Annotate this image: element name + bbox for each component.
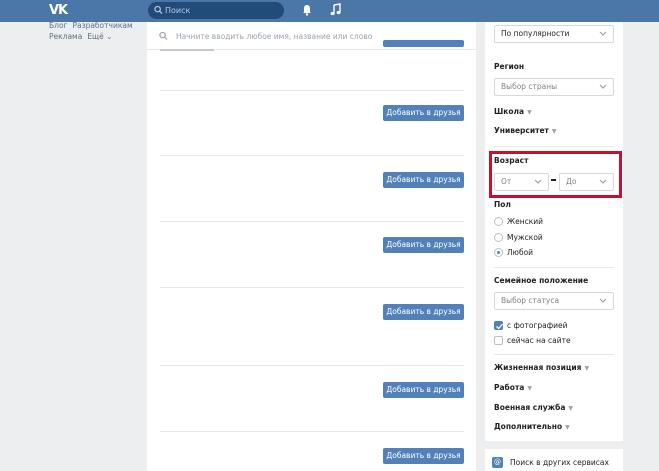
chevron-down-icon <box>599 298 607 303</box>
school-filter-toggle[interactable]: Школа ▼ <box>494 107 532 116</box>
extra-label: Дополнительно <box>494 422 563 431</box>
country-select[interactable]: Выбор страны <box>494 78 614 96</box>
university-filter-toggle[interactable]: Университет ▼ <box>494 126 557 135</box>
caret-down-icon: ▼ <box>568 405 574 412</box>
life-position-label: Жизненная позиция <box>494 363 582 372</box>
online-now-label[interactable]: сейчас на сайте <box>507 336 571 345</box>
music-icon[interactable] <box>330 3 341 16</box>
marital-placeholder: Выбор статуса <box>501 296 560 305</box>
add-friend-button[interactable]: Добавить в друзья <box>383 448 464 464</box>
result-row <box>160 366 464 432</box>
other-services-search[interactable]: @ Поиск в других сервисах <box>485 449 623 471</box>
sex-title: Пол <box>494 200 511 209</box>
with-photo-checkbox[interactable] <box>494 321 503 330</box>
checkmark-icon <box>496 323 503 330</box>
header-search-placeholder: Поиск <box>165 6 191 15</box>
header-search-input[interactable]: Поиск <box>148 2 284 19</box>
work-toggle[interactable]: Работа ▼ <box>494 383 532 392</box>
result-row <box>160 51 464 91</box>
sex-label-male[interactable]: Мужской <box>507 233 543 242</box>
marital-select[interactable]: Выбор статуса <box>494 292 614 310</box>
sex-radio-male[interactable] <box>494 233 503 242</box>
caret-down-icon: ▼ <box>584 365 590 372</box>
add-friend-button[interactable]: Добавить в друзья <box>383 105 464 121</box>
caret-down-icon: ▼ <box>527 385 532 392</box>
link-ads[interactable]: Реклама <box>49 32 82 41</box>
vk-logo[interactable]: VK <box>49 3 68 18</box>
search-icon <box>154 5 163 15</box>
link-developers[interactable]: Разработчикам <box>72 21 132 30</box>
region-title: Регион <box>494 62 525 71</box>
filters-panel: По популярности Регион Выбор страны Школ… <box>485 22 623 441</box>
online-now-checkbox[interactable] <box>494 336 503 345</box>
result-row <box>160 288 464 366</box>
caret-down-icon: ▼ <box>551 128 557 135</box>
life-position-toggle[interactable]: Жизненная позиция ▼ <box>494 363 589 372</box>
caret-down-icon: ▼ <box>565 424 570 431</box>
top-bar: VK Поиск <box>0 0 659 22</box>
school-label: Школа <box>494 107 525 116</box>
extra-toggle[interactable]: Дополнительно ▼ <box>494 422 570 431</box>
add-friend-button[interactable]: Добавить в друзья <box>383 304 464 320</box>
marital-title: Семейное положение <box>494 276 589 285</box>
divider <box>494 146 614 147</box>
add-friend-button[interactable]: Добавить в друзья <box>383 382 464 398</box>
other-services-label: Поиск в других сервисах <box>510 458 609 467</box>
work-label: Работа <box>494 383 525 392</box>
result-row <box>160 156 464 222</box>
sex-label-female[interactable]: Женский <box>507 217 543 226</box>
sex-radio-female[interactable] <box>494 217 503 226</box>
left-footer-links: Блог Разработчикам Реклама Ещё ⌄ <box>49 20 138 42</box>
chevron-down-icon <box>599 84 607 89</box>
sex-radio-any[interactable] <box>494 248 503 257</box>
at-sign-icon: @ <box>492 457 503 468</box>
result-row <box>160 222 464 288</box>
sort-value: По популярности <box>501 29 570 38</box>
search-icon <box>159 31 168 41</box>
link-blog[interactable]: Блог <box>49 21 67 30</box>
result-row <box>160 91 464 156</box>
military-toggle[interactable]: Военная служба ▼ <box>494 403 573 412</box>
add-friend-button[interactable] <box>383 40 464 47</box>
divider <box>494 354 614 355</box>
add-friend-button[interactable]: Добавить в друзья <box>383 172 464 188</box>
country-placeholder: Выбор страны <box>501 82 558 91</box>
age-highlight-box <box>489 151 622 198</box>
sort-select[interactable]: По популярности <box>494 25 614 43</box>
divider <box>494 267 614 268</box>
with-photo-label[interactable]: с фотографией <box>507 321 568 330</box>
bell-icon[interactable] <box>302 4 312 16</box>
people-search-placeholder: Начните вводить любое имя, название или … <box>176 32 373 41</box>
add-friend-button[interactable]: Добавить в друзья <box>383 237 464 253</box>
military-label: Военная служба <box>494 403 566 412</box>
university-label: Университет <box>494 126 549 135</box>
sex-label-any[interactable]: Любой <box>507 248 533 257</box>
search-results-panel: Начните вводить любое имя, название или … <box>147 22 476 471</box>
caret-down-icon: ▼ <box>527 109 532 116</box>
link-more[interactable]: Ещё ⌄ <box>87 32 112 41</box>
chevron-down-icon <box>599 31 607 36</box>
